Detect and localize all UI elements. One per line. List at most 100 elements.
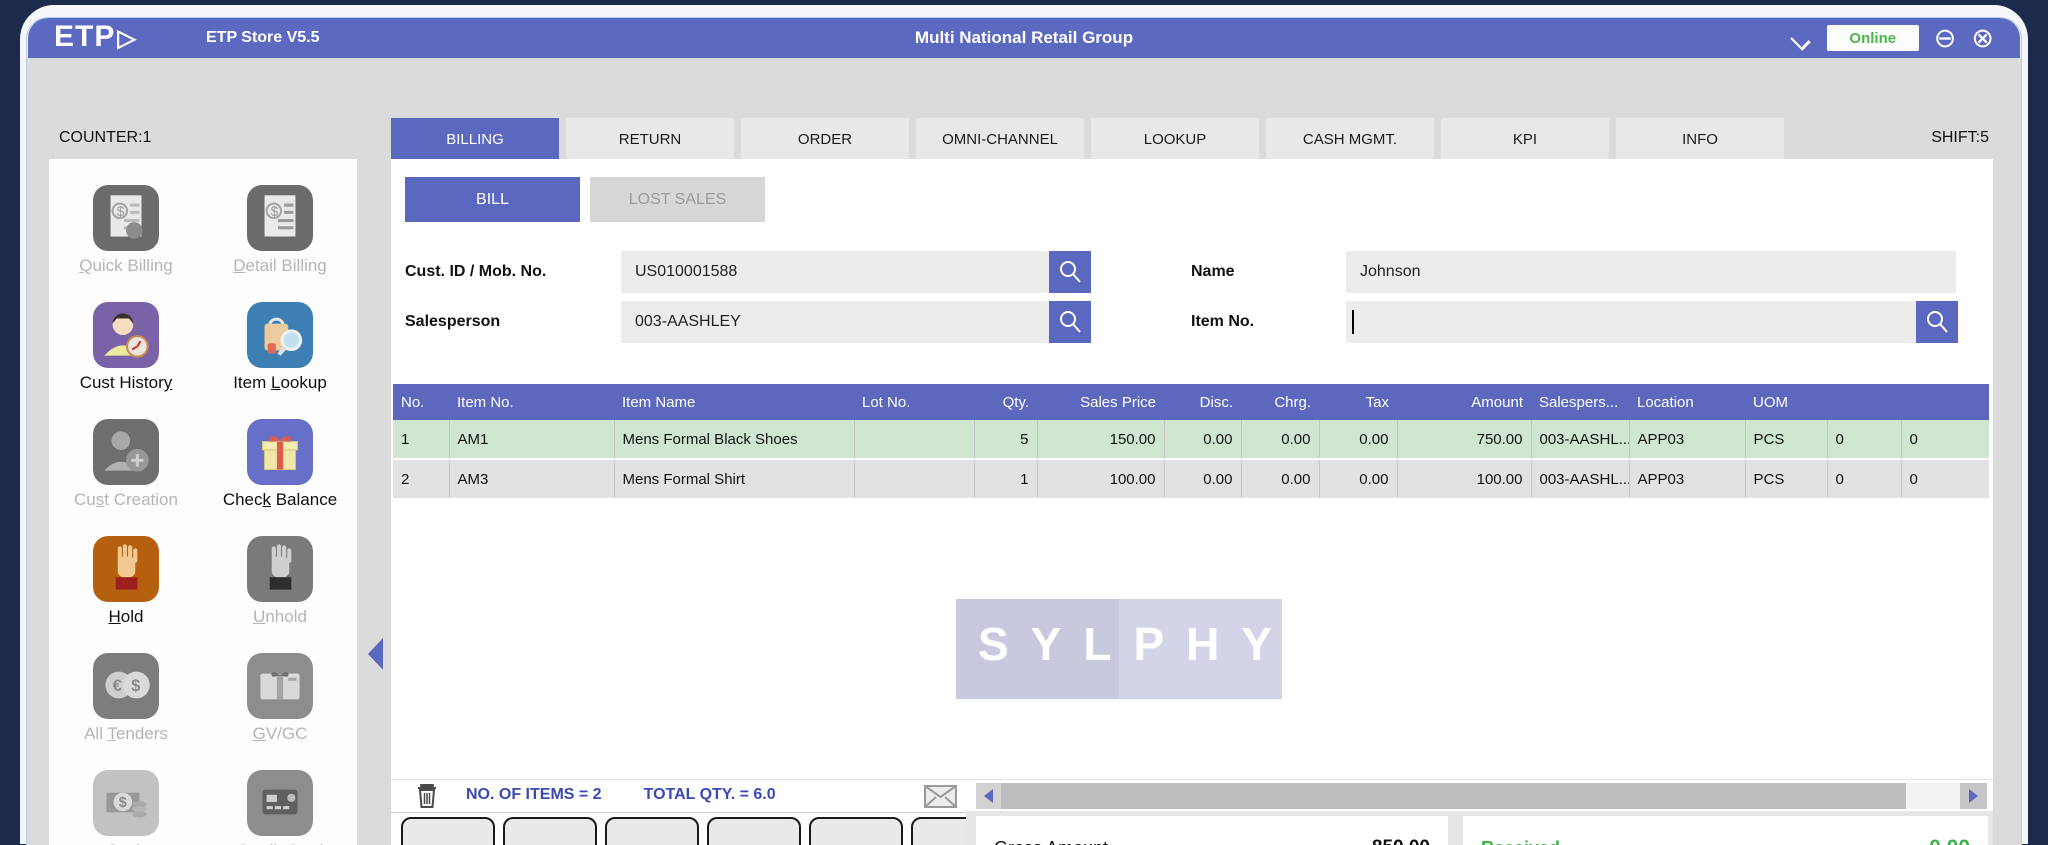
sidebar-item-label: Check Balance [223,490,337,510]
tab-order[interactable]: ORDER [741,118,909,161]
sidebar-item-check-balance[interactable]: Check Balance [203,419,357,536]
sidebar-item-label: Credit Card [237,841,324,845]
window-title: Multi National Retail Group [28,28,2020,48]
tab-lookup[interactable]: LOOKUP [1091,118,1259,161]
svg-text:$: $ [119,795,127,811]
col-sales-price: Sales Price [1037,384,1164,420]
sidebar-item-item-lookup[interactable]: Item Lookup [203,302,357,419]
tab-cash-mgmt[interactable]: CASH MGMT. [1266,118,1434,161]
items-table: No. Item No. Item Name Lot No. Qty. Sale… [393,384,1989,500]
summary-bar: NO. OF ITEMS = 2 TOTAL QTY. = 6.0 [391,779,1993,813]
tab-kpi[interactable]: KPI [1441,118,1609,161]
search-icon [1924,309,1950,335]
email-icon[interactable] [924,785,957,813]
cust-id-search-button[interactable] [1049,251,1091,293]
window-frame: ETP ▷ ETP Store V5.5 Multi National Reta… [20,5,2028,844]
lost-sales-mode-button[interactable]: LOST SALES [590,177,765,222]
search-icon [1057,309,1083,335]
col-amount: Amount [1397,384,1531,420]
salesperson-input[interactable]: 003-AASHLEY [621,301,1049,343]
table-row[interactable]: 1 AM1 Mens Formal Black Shoes 5 150.00 0… [393,420,1989,459]
quick-billing-icon: $ [93,185,159,251]
col-qty: Qty. [974,384,1037,420]
sidebar-item-label: Cust Creation [74,490,178,510]
all-tenders-icon: €$ [93,653,159,719]
close-button[interactable]: ⊗ [1971,25,1994,52]
svg-text:€: € [113,677,122,695]
col-disc: Disc. [1164,384,1241,420]
minimize-button[interactable]: ⊖ [1934,25,1957,52]
scroll-right-arrow[interactable] [1960,783,1987,809]
svg-text:$: $ [117,204,125,219]
cust-creation-icon [93,419,159,485]
sidebar-item-detail-billing: $ Detail Billing [203,185,357,302]
col-extra-1 [1827,384,1901,420]
detail-billing-icon: $ [247,185,313,251]
sidebar-item-cust-history[interactable]: Cust History [49,302,203,419]
horizontal-scrollbar[interactable] [976,783,1987,809]
tab-return[interactable]: RETURN [566,118,734,161]
col-item-name: Item Name [614,384,854,420]
col-uom: UOM [1745,384,1827,420]
total-qty-text: TOTAL QTY. = 6.0 [644,786,776,803]
quick-item-button[interactable]: Pink_4.6 [707,817,801,845]
item-no-search-button[interactable] [1916,301,1958,343]
gross-amount-label: Gross Amount [994,816,1108,845]
name-input[interactable]: Johnson [1346,251,1956,293]
sidebar-item-all-tenders: €$ All Tenders [49,653,203,770]
col-chrg: Chrg. [1241,384,1319,420]
cust-id-label: Cust. ID / Mob. No. [405,251,546,293]
credit-card-icon [247,770,313,836]
sidebar-item-label: Cust History [80,373,173,393]
scroll-left-arrow[interactable] [976,783,1001,809]
received-label: Received [1481,816,1560,845]
sidebar-item-cust-creation: Cust Creation [49,419,203,536]
tab-omni-channel[interactable]: OMNI-CHANNEL [916,118,1084,161]
sidebar-item-label: GV/GC [253,724,308,744]
sidebar-item-unhold: Unhold [203,536,357,653]
gross-amount-panel: Gross Amount 850.00 [976,816,1448,845]
sidebar-item-hold[interactable]: Hold [49,536,203,653]
quick-item-button[interactable]: Broccoli [605,817,699,845]
salesperson-search-button[interactable] [1049,301,1091,343]
totals-zone: Gross Amount 850.00 Received 0.00 [966,811,1993,845]
cash-icon: $ [93,770,159,836]
received-panel: Received 0.00 [1463,816,1988,845]
counter-label: COUNTER:1 [59,129,151,147]
quick-item-button[interactable]: Broccoli [503,817,597,845]
delete-item-icon[interactable] [416,784,438,813]
sidebar-action-panel: $ Quick Billing $ Detail Billing Cust Hi… [49,159,357,845]
col-location: Location [1629,384,1745,420]
received-value: 0.00 [1929,816,1970,845]
watermark-text: SYLPHY [956,617,1282,671]
unhold-icon [247,536,313,602]
quick-item-button[interactable]: Mens For [401,817,495,845]
bill-mode-button[interactable]: BILL [405,177,580,222]
sidebar-collapse-arrow[interactable] [368,638,383,670]
cust-id-input[interactable]: US010001588 [621,251,1049,293]
tab-billing[interactable]: BILLING [391,118,559,161]
item-no-input[interactable] [1346,301,1916,343]
module-tabs: BILLING RETURN ORDER OMNI-CHANNEL LOOKUP… [391,118,1784,161]
svg-text:$: $ [271,204,279,219]
online-status-label: Online [1849,30,1896,47]
search-icon [1057,259,1083,285]
chevron-down-icon[interactable] [1790,32,1812,44]
online-status-button[interactable]: Online [1827,25,1919,51]
billing-panel: BILL LOST SALES Cust. ID / Mob. No. US01… [391,159,1993,845]
gift-voucher-icon [247,653,313,719]
sidebar-item-quick-billing: $ Quick Billing [49,185,203,302]
sidebar-item-label: All Tenders [84,724,168,744]
items-count-text: NO. OF ITEMS = 2 [466,786,602,803]
col-no: No. [393,384,449,420]
tab-info[interactable]: INFO [1616,118,1784,161]
col-salesperson: Salespers... [1531,384,1629,420]
app-body: COUNTER:1 SHIFT:5 BILLING RETURN ORDER O… [27,58,2021,845]
pos-screen: { "colors": { "frame_navy": "#1d2a4c", "… [0,0,2048,844]
table-row[interactable]: 2 AM3 Mens Formal Shirt 1 100.00 0.00 0.… [393,459,1989,499]
item-no-label: Item No. [1191,301,1254,343]
col-tax: Tax [1319,384,1397,420]
quick-item-button[interactable]: Pink_12o [809,817,903,845]
scrollbar-thumb[interactable] [1001,783,1906,809]
sylphy-watermark: SYLPHY [956,599,1282,699]
